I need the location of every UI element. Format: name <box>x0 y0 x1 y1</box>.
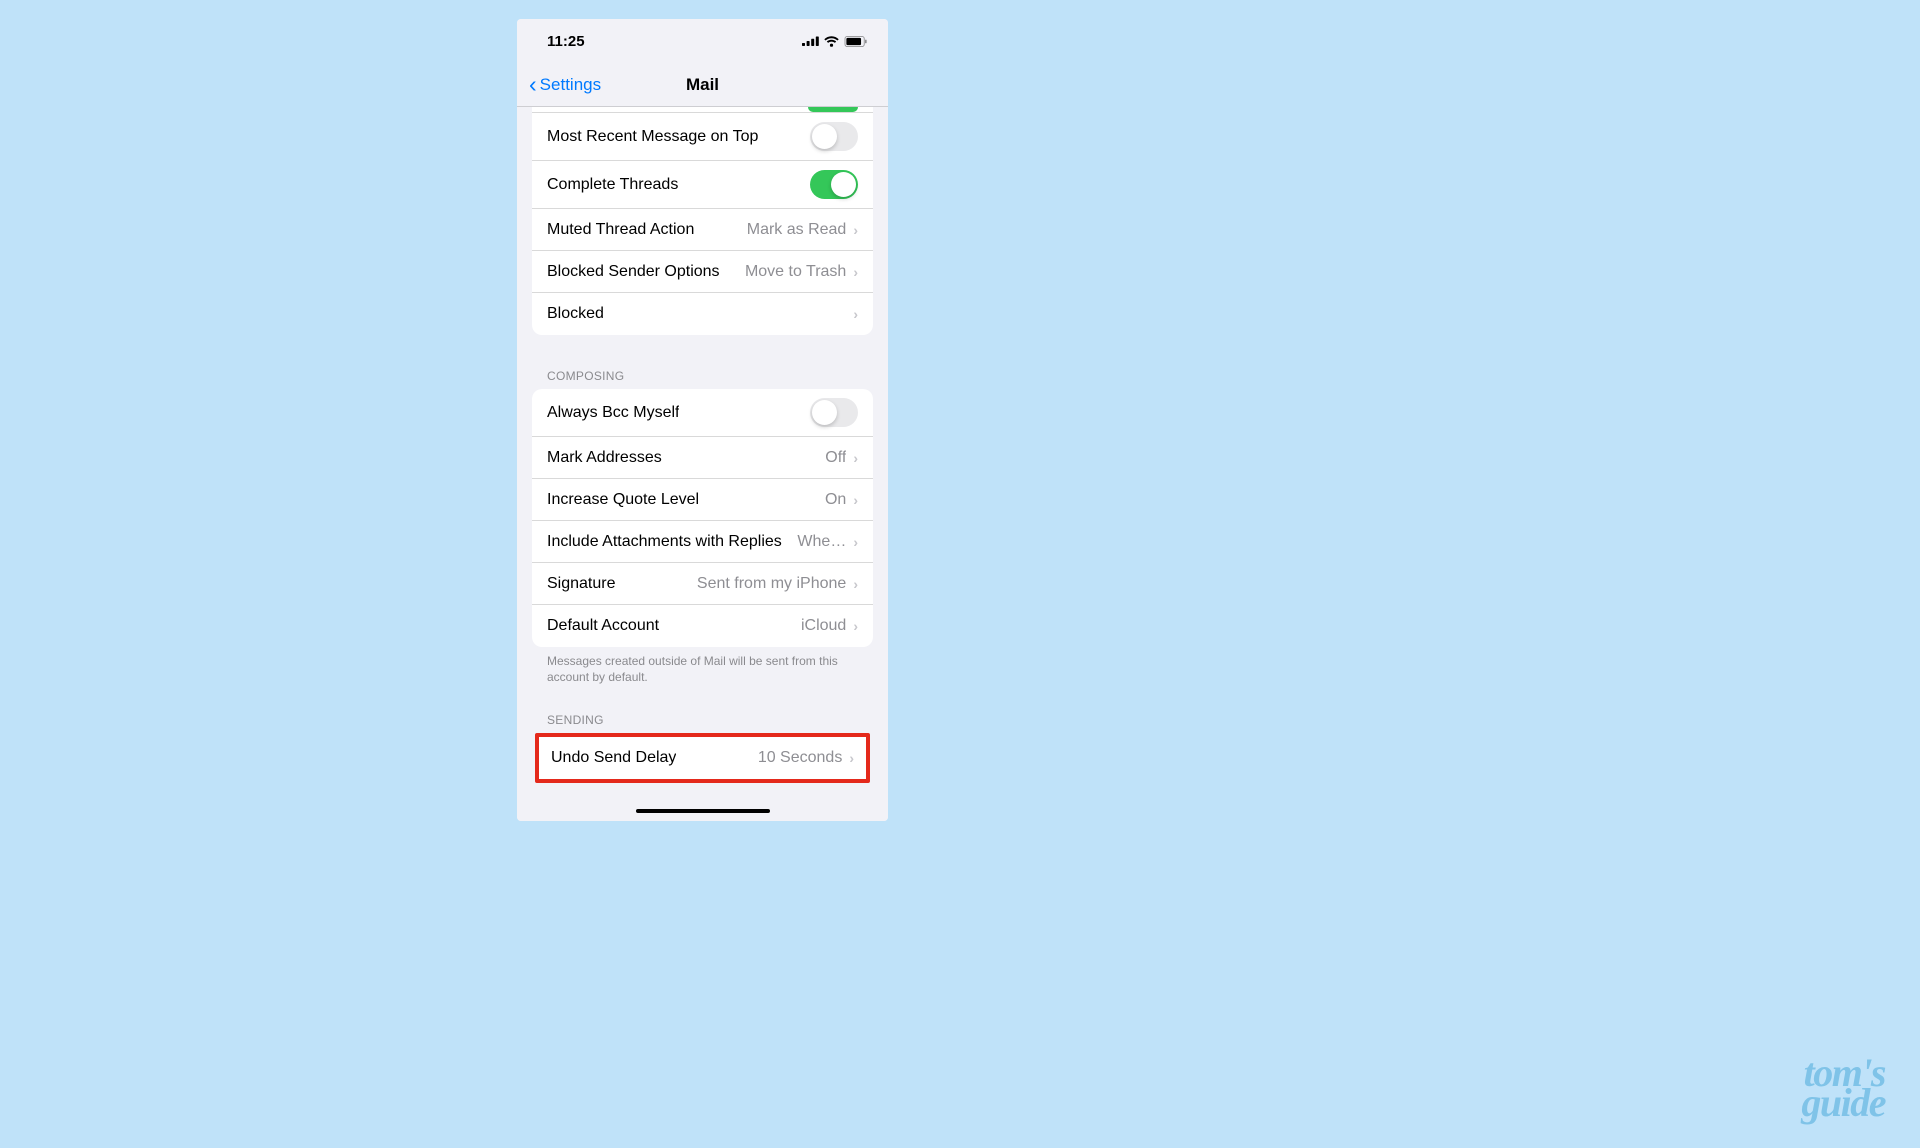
row-label: Include Attachments with Replies <box>547 533 782 551</box>
page-title: Mail <box>686 75 719 95</box>
chevron-right-icon: › <box>853 534 858 550</box>
row-value: Whe… <box>797 533 846 551</box>
composing-group: Always Bcc Myself Mark Addresses Off › I… <box>532 389 873 647</box>
chevron-right-icon: › <box>853 618 858 634</box>
row-label: Complete Threads <box>547 176 678 194</box>
section-header-sending: SENDING <box>517 685 888 733</box>
wifi-icon <box>824 36 839 47</box>
watermark-line2: guide <box>1801 1088 1885 1118</box>
row-undo-send-delay[interactable]: Undo Send Delay 10 Seconds › <box>539 737 866 779</box>
toggle-always-bcc[interactable] <box>810 398 858 427</box>
row-always-bcc-myself[interactable]: Always Bcc Myself <box>532 389 873 437</box>
threading-group: Most Recent Message on Top Complete Thre… <box>532 112 873 335</box>
row-value: 10 Seconds <box>758 749 843 767</box>
watermark-logo: tom's guide <box>1801 1058 1885 1118</box>
status-time: 11:25 <box>547 33 585 50</box>
chevron-right-icon: › <box>853 450 858 466</box>
row-label: Mark Addresses <box>547 449 662 467</box>
toggle-knob <box>812 124 837 149</box>
row-blocked[interactable]: Blocked › <box>532 293 873 335</box>
row-value: iCloud <box>801 617 846 635</box>
row-label: Signature <box>547 575 616 593</box>
chevron-right-icon: › <box>853 576 858 592</box>
row-mark-addresses[interactable]: Mark Addresses Off › <box>532 437 873 479</box>
row-value: Move to Trash <box>745 263 846 281</box>
toggle-knob <box>812 400 837 425</box>
row-label: Blocked Sender Options <box>547 263 720 281</box>
row-value: Sent from my iPhone <box>697 575 846 593</box>
home-indicator <box>636 809 770 814</box>
phone-mockup: 11:25 ‹ Settings Mail <box>517 19 888 821</box>
row-signature[interactable]: Signature Sent from my iPhone › <box>532 563 873 605</box>
row-increase-quote-level[interactable]: Increase Quote Level On › <box>532 479 873 521</box>
row-blocked-sender-options[interactable]: Blocked Sender Options Move to Trash › <box>532 251 873 293</box>
row-value: Mark as Read <box>747 221 847 239</box>
settings-content[interactable]: Most Recent Message on Top Complete Thre… <box>517 107 888 821</box>
nav-bar: ‹ Settings Mail <box>517 63 888 107</box>
row-complete-threads[interactable]: Complete Threads <box>532 161 873 209</box>
row-label: Blocked <box>547 305 604 323</box>
chevron-right-icon: › <box>853 306 858 322</box>
section-header-composing: COMPOSING <box>517 335 888 389</box>
row-value: Off <box>825 449 846 467</box>
section-footer-composing: Messages created outside of Mail will be… <box>517 647 888 685</box>
back-label: Settings <box>540 75 601 95</box>
row-label: Increase Quote Level <box>547 491 699 509</box>
chevron-right-icon: › <box>853 264 858 280</box>
toggle-complete-threads[interactable] <box>810 170 858 199</box>
row-label: Most Recent Message on Top <box>547 128 758 146</box>
row-include-attachments[interactable]: Include Attachments with Replies Whe… › <box>532 521 873 563</box>
row-label: Muted Thread Action <box>547 221 694 239</box>
row-value: On <box>825 491 846 509</box>
chevron-right-icon: › <box>849 750 854 766</box>
cellular-signal-icon <box>802 36 819 46</box>
status-icons <box>802 36 868 47</box>
row-label: Always Bcc Myself <box>547 404 679 422</box>
back-button[interactable]: ‹ Settings <box>529 73 601 96</box>
row-label: Default Account <box>547 617 659 635</box>
chevron-right-icon: › <box>853 222 858 238</box>
chevron-right-icon: › <box>853 492 858 508</box>
toggle-most-recent-on-top[interactable] <box>810 122 858 151</box>
row-most-recent-on-top[interactable]: Most Recent Message on Top <box>532 112 873 161</box>
toggle-knob <box>831 172 856 197</box>
status-bar: 11:25 <box>517 19 888 63</box>
row-muted-thread-action[interactable]: Muted Thread Action Mark as Read › <box>532 209 873 251</box>
highlight-undo-send-delay: Undo Send Delay 10 Seconds › <box>535 733 870 783</box>
chevron-left-icon: ‹ <box>529 73 537 96</box>
battery-icon <box>844 36 868 47</box>
row-label: Undo Send Delay <box>551 749 676 767</box>
row-default-account[interactable]: Default Account iCloud › <box>532 605 873 647</box>
partial-row-hint <box>532 107 873 112</box>
